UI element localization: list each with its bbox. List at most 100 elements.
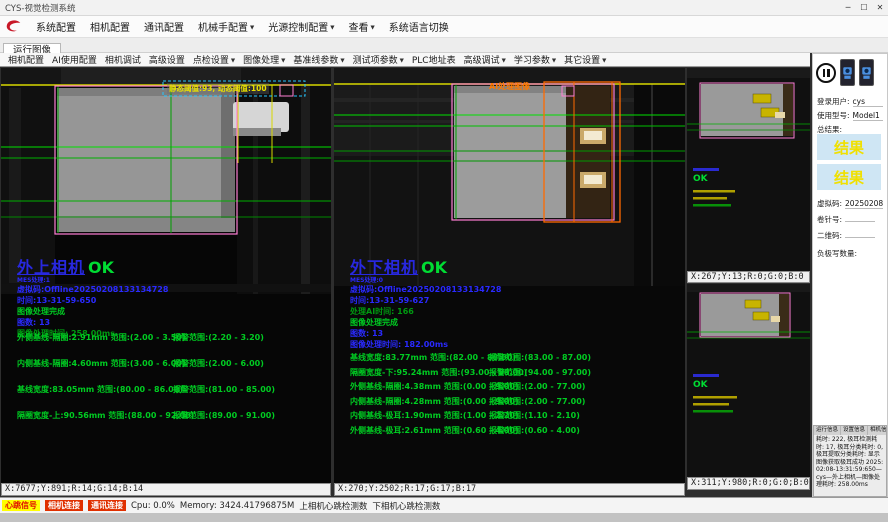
pixel-coords-lower: X:270;Y:2502;R:17;G:17;B:17	[334, 483, 685, 496]
toolbar-button[interactable]: 基准线参数▼	[289, 53, 348, 66]
chevron-down-icon: ▼	[400, 58, 404, 64]
toolbar-button[interactable]: 高级设置	[145, 53, 189, 66]
neg-write-count-label: 负极写数量:	[817, 249, 857, 258]
pixel-coords-thumb-2: X:311;Y:980;R:0;G:0;B:0	[687, 477, 810, 490]
result-ok-label: OK	[421, 258, 447, 277]
toolbar-button[interactable]: 学习参数▼	[510, 53, 560, 66]
done-line: 图像处理完成	[350, 317, 501, 328]
measurement-value: 隔圈宽度-下:95.24mm 范围:(93.00 - 98.00)	[350, 367, 489, 378]
chevron-down-icon: ▼	[231, 58, 235, 64]
toolbar-button[interactable]: 图像处理▼	[239, 53, 289, 66]
camera-up-button[interactable]	[840, 59, 855, 86]
result-box-upper: 结果	[817, 134, 881, 160]
camera-down-button[interactable]	[859, 59, 874, 86]
alarm-range: 报警范围:(81.00 - 85.00)	[173, 384, 275, 395]
time-line: 时间:13-31-59-627	[350, 295, 501, 306]
pause-button[interactable]	[816, 63, 836, 83]
log-text: 耗时: 222, 极耳检测耗时: 17, 极耳分类耗时: 0, 极耳提取分类耗时…	[814, 435, 886, 490]
toolbar-button[interactable]: 相机配置	[4, 53, 48, 66]
camera-name-label: 外下相机	[350, 254, 418, 278]
chevron-down-icon: ▼	[502, 58, 506, 64]
toolbar-button[interactable]: 其它设置▼	[560, 53, 610, 66]
measurement-value: 内侧基线-极耳:1.90mm 范围:(1.00 - 2.20)	[350, 410, 489, 421]
measurement-list-upper: 外侧基线-隔圈:2.91mm 范围:(2.00 - 3.50) 报警范围:(2.…	[17, 332, 275, 436]
pixel-coords-upper: X:7677;Y:891;R:14;G:14;B:14	[1, 483, 331, 496]
chevron-down-icon: ▼	[281, 58, 285, 64]
alarm-range: 报警范围:(83.00 - 87.00)	[489, 352, 591, 363]
vcode-line: 虚拟码:Offline20250208133134728	[350, 284, 501, 295]
camera-view-lower[interactable]: AI处理图像 外下相机 OK MES处理:0 虚拟码:Offline202502…	[334, 68, 685, 483]
log-tab[interactable]: 相机信息	[868, 426, 887, 435]
thumbnail-view-2[interactable]: OK	[687, 284, 810, 477]
alarm-range: 报警范围:(0.60 - 4.00)	[489, 425, 580, 436]
vcode-line: 虚拟码:Offline20250208133134728	[17, 284, 168, 295]
measurement-row: 隔圈宽度-上:90.56mm 范围:(88.00 - 92.00) 报警范围:(…	[17, 410, 275, 421]
upper-camera-heartbeat-count: 上相机心跳检测数	[299, 500, 367, 512]
ai-time-line: 处理AI时间: 166	[350, 306, 501, 317]
count-line: 图数: 13	[350, 328, 501, 339]
toolbar: 相机配置AI使用配置相机调试高级设置点检设置▼图像处理▼基准线参数▼测试项参数▼…	[0, 53, 810, 67]
needle-number-value	[845, 221, 875, 222]
chevron-down-icon: ▼	[330, 25, 334, 31]
window-title: CYS-视觉检测系统	[0, 2, 840, 14]
camera-view-upper[interactable]: 静态阈值:93, 动态阈值:100 外上相机 OK MES处理:1 虚拟码:Of…	[1, 68, 331, 483]
alarm-range: 报警范围:(2.00 - 6.00)	[173, 358, 264, 369]
menu-item[interactable]: 通讯配置	[137, 19, 191, 34]
toolbar-button[interactable]: PLC地址表	[408, 53, 460, 66]
toolbar-button[interactable]: 点检设置▼	[189, 53, 239, 66]
measurement-value: 基线宽度:83.77mm 范围:(82.00 - 88.00)	[350, 352, 489, 363]
menu-item[interactable]: 查看▼	[341, 19, 381, 34]
measurement-value: 外侧基线-极耳:2.61mm 范围:(0.60 - 4.00)	[350, 425, 489, 436]
toolbar-button[interactable]: 测试项参数▼	[349, 53, 408, 66]
menu-item[interactable]: 系统语言切换	[382, 19, 456, 34]
ai-image-label: AI处理图像	[489, 81, 530, 92]
log-tabs: 运行信息设置信息相机信息	[814, 426, 886, 435]
measurement-row: 外侧基线-极耳:2.61mm 范围:(0.60 - 4.00) 报警范围:(0.…	[350, 425, 591, 436]
thumbnail-view-1[interactable]: OK	[687, 68, 810, 271]
menu-item[interactable]: 光源控制配置▼	[261, 19, 341, 34]
alarm-range: 报警范围:(2.20 - 3.20)	[173, 332, 264, 343]
camera-name-label: 外上相机	[17, 254, 85, 278]
neg-write-count-row: 负极写数量:	[817, 248, 857, 259]
threshold-label: 静态阈值:93, 动态阈值:100	[167, 83, 269, 94]
qr-code-row: 二维码:	[817, 230, 875, 241]
minimize-icon[interactable]: ─	[840, 3, 856, 12]
cpu-usage: Cpu: 0.0%	[131, 501, 175, 511]
virtual-code-value: 20250208	[845, 199, 883, 209]
alarm-range: 报警范围:(94.00 - 97.00)	[489, 367, 591, 378]
toolbar-items: 相机配置AI使用配置相机调试高级设置点检设置▼图像处理▼基准线参数▼测试项参数▼…	[4, 53, 610, 66]
menu-item[interactable]: 相机配置	[83, 19, 137, 34]
measurement-value: 隔圈宽度-上:90.56mm 范围:(88.00 - 92.00)	[17, 410, 173, 421]
measurement-list-lower: 基线宽度:83.77mm 范围:(82.00 - 88.00) 报警范围:(83…	[350, 352, 591, 439]
measurement-row: 内侧基线-隔圈:4.60mm 范围:(3.00 - 6.00) 报警范围:(2.…	[17, 358, 275, 369]
measurement-row: 基线宽度:83.77mm 范围:(82.00 - 88.00) 报警范围:(83…	[350, 352, 591, 363]
log-tab[interactable]: 运行信息	[814, 426, 841, 435]
model-value[interactable]: Model1	[853, 111, 883, 121]
measurement-row: 外侧基线-隔圈:4.38mm 范围:(0.00 - 9.00) 报警范围:(2.…	[350, 381, 591, 392]
toolbar-button[interactable]: AI使用配置	[48, 53, 101, 66]
lower-camera-heartbeat-count: 下相机心跳检测数	[372, 500, 440, 512]
log-tab[interactable]: 设置信息	[841, 426, 868, 435]
close-icon[interactable]: ✕	[872, 3, 888, 12]
qr-code-label: 二维码:	[817, 231, 842, 240]
qr-code-value	[845, 237, 875, 238]
needle-number-label: 卷针号:	[817, 215, 842, 224]
measurement-value: 外侧基线-隔圈:4.38mm 范围:(0.00 - 9.00)	[350, 381, 489, 392]
log-panel: 运行信息设置信息相机信息 耗时: 222, 极耳检测耗时: 17, 极耳分类耗时…	[813, 425, 887, 497]
proc-time-line: 图像处理时间: 182.00ms	[350, 339, 501, 350]
chevron-down-icon: ▼	[340, 58, 344, 64]
menu-item[interactable]: 机械手配置▼	[191, 19, 261, 34]
menu-items: 系统配置相机配置通讯配置机械手配置▼光源控制配置▼查看▼系统语言切换	[29, 19, 456, 34]
camera-connection-badge: 相机连接	[45, 500, 83, 511]
menu-item[interactable]: 系统配置	[29, 19, 83, 34]
toolbar-button[interactable]: 相机调试	[101, 53, 145, 66]
model-row: 使用型号:Model1	[817, 110, 883, 121]
maximize-icon[interactable]: ☐	[856, 3, 872, 12]
comm-connection-badge: 通讯连接	[88, 500, 126, 511]
alarm-range: 报警范围:(89.00 - 91.00)	[173, 410, 275, 421]
toolbar-button[interactable]: 高级调试▼	[460, 53, 510, 66]
count-line: 图数: 13	[17, 317, 168, 328]
login-user-row: 登录用户:cys	[817, 96, 883, 107]
login-user-label: 登录用户:	[817, 97, 850, 106]
login-user-value[interactable]: cys	[853, 97, 883, 107]
